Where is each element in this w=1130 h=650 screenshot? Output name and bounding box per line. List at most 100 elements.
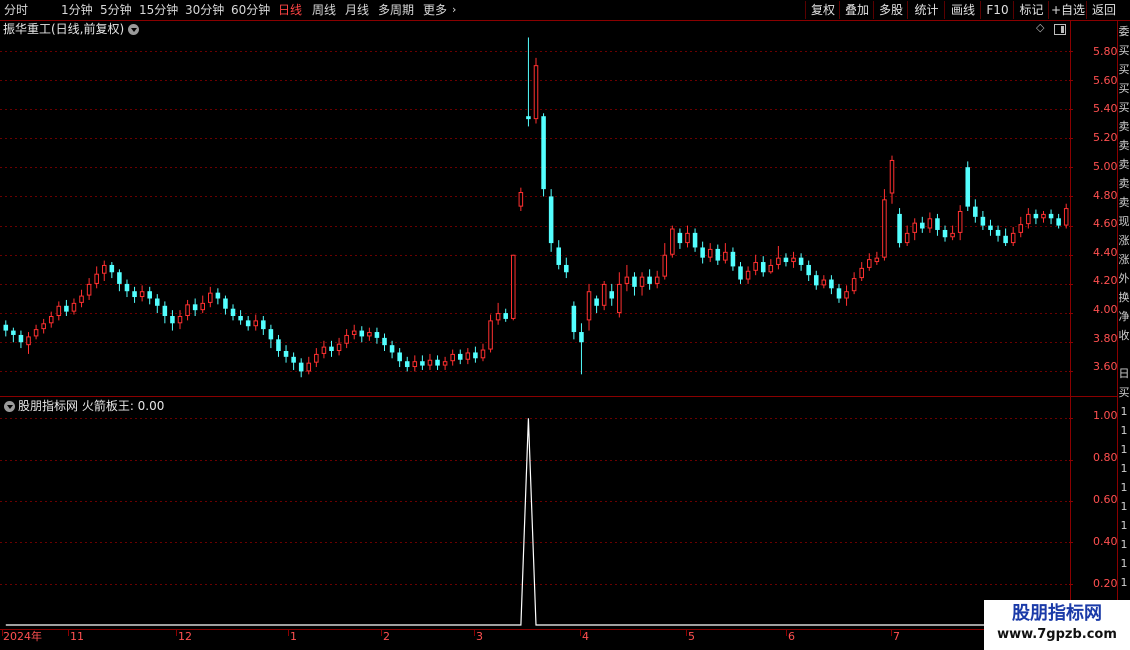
x-axis-label: 2024年 — [3, 630, 42, 643]
candle-body-up — [71, 302, 77, 312]
diamond-icon[interactable]: ◇ — [1036, 22, 1045, 33]
x-axis-label: 5 — [688, 630, 695, 643]
y-tick-label: 5.40 — [1093, 102, 1118, 115]
title-menu-icon[interactable] — [128, 24, 139, 35]
candle-body-up — [306, 362, 312, 372]
side-panel-glyph: 卖 — [1118, 120, 1130, 133]
candle-body-up — [1041, 213, 1046, 219]
candle-body-down — [1056, 218, 1061, 226]
side-panel-glyph: 买 — [1118, 44, 1130, 57]
candle-body-down — [3, 324, 9, 331]
candle-body-down — [594, 298, 599, 306]
candle-body-down — [935, 218, 940, 230]
y-tick-label: 3.60 — [1093, 360, 1118, 373]
candle-body-down — [503, 313, 508, 319]
x-axis-label: 4 — [582, 630, 589, 643]
side-panel-glyph: 买 — [1118, 82, 1130, 95]
candle-body-up — [465, 352, 471, 360]
candle-body-up — [927, 218, 933, 229]
candle-body-up — [518, 192, 524, 207]
candle-body-down — [276, 339, 281, 351]
candle-body-down — [1048, 213, 1054, 219]
candle-body-down — [261, 320, 266, 330]
main-chart-title: 振华重工(日线,前复权) — [3, 22, 125, 36]
candle-body-down — [457, 353, 463, 360]
candle-body-down — [571, 305, 577, 333]
candle-body-up — [56, 305, 62, 316]
side-panel-glyph: 卖 — [1118, 158, 1130, 171]
candle-body-down — [124, 283, 130, 292]
candle-body-down — [806, 264, 811, 276]
candle-body-down — [738, 266, 743, 280]
candle-body-down — [715, 248, 721, 261]
candle-body-down — [420, 361, 425, 366]
chart-canvas[interactable] — [0, 0, 1130, 650]
side-panel-glyph: 卖 — [1118, 196, 1130, 209]
candle-body-down — [526, 116, 531, 120]
candle-body-up — [601, 283, 607, 306]
side-panel-glyph: 收 — [1118, 329, 1130, 342]
candle-body-up — [450, 353, 455, 362]
candle-body-up — [488, 320, 493, 350]
y-tick-label: 4.20 — [1093, 274, 1118, 287]
side-panel-glyph: 日 — [1118, 367, 1130, 380]
candle-body-down — [1003, 235, 1008, 244]
candle-body-up — [874, 257, 880, 263]
candle-body-up — [48, 316, 54, 324]
candle-body-down — [965, 167, 971, 207]
candle-body-up — [821, 279, 827, 286]
candle-body-up — [662, 254, 668, 277]
candle-body-up — [253, 320, 259, 327]
side-panel-glyph: 1 — [1120, 538, 1128, 551]
side-panel-glyph: 1 — [1120, 576, 1128, 589]
candle-body-down — [677, 232, 683, 244]
candle-body-down — [473, 352, 478, 359]
side-panel-glyph: 1 — [1120, 462, 1128, 475]
candle-body-up — [707, 248, 713, 258]
candle-body-up — [351, 330, 357, 335]
candle-body-up — [495, 313, 501, 321]
candle-body-down — [268, 329, 274, 340]
side-panel-glyph: 买 — [1118, 63, 1130, 76]
layout-toggle-icon[interactable] — [1054, 24, 1066, 35]
candle-body-down — [988, 225, 993, 230]
indicator-y-tick: 0.20 — [1093, 577, 1118, 590]
candle-body-down — [374, 332, 380, 338]
candle-body-up — [882, 199, 887, 258]
x-axis-label: 11 — [70, 630, 84, 643]
candle-body-down — [556, 247, 561, 265]
candle-body-up — [639, 276, 645, 287]
candle-body-down — [548, 196, 554, 244]
candle-body-up — [94, 273, 99, 284]
candle-body-down — [18, 334, 24, 343]
side-panel-glyph: 卖 — [1118, 177, 1130, 190]
indicator-line — [5, 418, 1105, 626]
side-panel-glyph: 涨 — [1118, 253, 1130, 266]
candle-body-down — [692, 232, 698, 248]
candle-body-up — [367, 332, 372, 337]
candle-body-up — [79, 295, 84, 303]
candle-body-up — [889, 159, 895, 194]
side-panel-glyph: 涨 — [1118, 234, 1130, 247]
candle-body-down — [132, 291, 137, 298]
candle-body-up — [33, 329, 39, 337]
candle-body-up — [753, 262, 758, 271]
candle-body-down — [1033, 213, 1039, 219]
candle-body-up — [654, 276, 660, 284]
candle-body-up — [1063, 208, 1069, 226]
x-axis-label: 2 — [383, 630, 390, 643]
y-tick-label: 3.80 — [1093, 332, 1118, 345]
candle-body-up — [314, 353, 319, 363]
indicator-menu-icon[interactable] — [4, 401, 15, 412]
candle-body-up — [723, 251, 728, 261]
side-panel-glyph: 1 — [1120, 443, 1128, 456]
candle-body-up — [101, 264, 107, 274]
side-panel-glyph: 1 — [1120, 481, 1128, 494]
y-tick-label: 4.40 — [1093, 246, 1118, 259]
candle-body-up — [177, 316, 183, 324]
side-panel-glyph: 换 — [1118, 291, 1130, 304]
side-panel-glyph: 1 — [1120, 557, 1128, 570]
candle-body-up — [442, 361, 448, 366]
quote-side-panel[interactable]: 委买买买买卖卖卖卖卖现涨涨外换净收日买1111111111 — [1118, 22, 1130, 630]
candle-body-up — [957, 211, 963, 233]
